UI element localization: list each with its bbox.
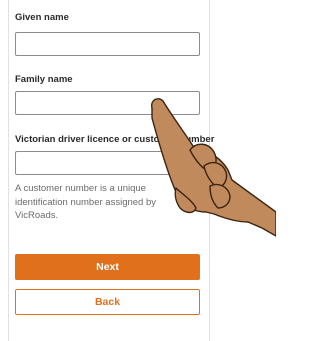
- licence-number-input[interactable]: [15, 151, 200, 175]
- back-button[interactable]: Back: [15, 289, 200, 315]
- family-name-input[interactable]: [15, 91, 200, 115]
- family-name-label: Family name: [15, 74, 73, 85]
- screen: Given name Family name Victorian driver …: [0, 0, 276, 341]
- given-name-label: Given name: [15, 12, 69, 23]
- next-button[interactable]: Next: [15, 254, 200, 280]
- licence-number-label: Victorian driver licence or customer num…: [15, 134, 215, 145]
- customer-number-hint: A customer number is a unique identifica…: [15, 183, 157, 221]
- given-name-input[interactable]: [15, 32, 200, 56]
